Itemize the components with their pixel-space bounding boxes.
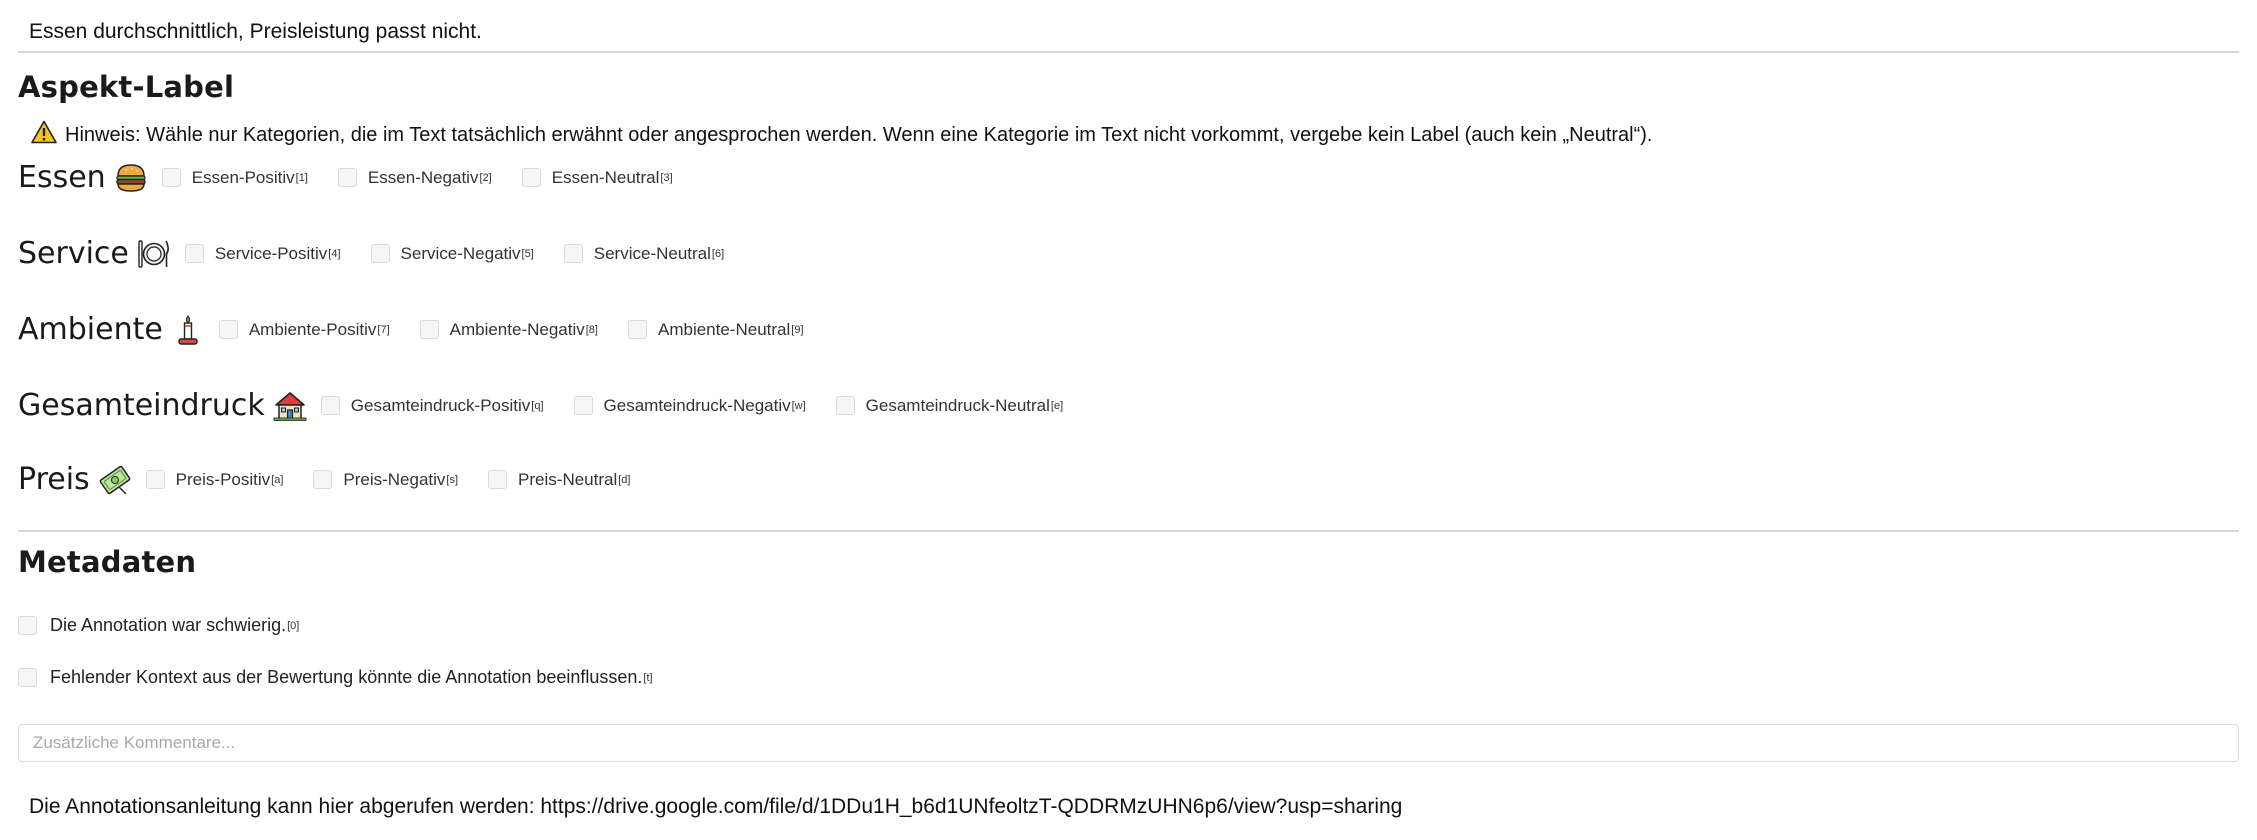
checkbox[interactable] (370, 244, 390, 263)
option-preis-neutral[interactable]: Preis-Neutral [d] (488, 470, 630, 490)
checkbox[interactable] (18, 668, 37, 687)
aspect-row-ambiente: Ambiente Ambiente-Positiv [7] Ambiente-Ne… (18, 312, 834, 347)
checkbox[interactable] (488, 470, 508, 489)
option-gesamteindruck-neutral[interactable]: Gesamteindruck-Neutral [e] (835, 396, 1063, 416)
checkbox[interactable] (184, 244, 204, 263)
section-title-metadata: Metadaten (18, 545, 197, 579)
option-preis-positiv[interactable]: Preis-Positiv [a] (145, 470, 283, 490)
section-title-aspects: Aspekt-Label (18, 70, 235, 104)
checkbox[interactable] (161, 168, 181, 187)
guideline-note: Die Annotationsanleitung kann hier abger… (29, 795, 1403, 818)
option-essen-negativ[interactable]: Essen-Negativ [2] (337, 168, 492, 188)
checkbox[interactable] (573, 396, 593, 415)
aspect-name: Preis (18, 462, 90, 497)
house-icon (273, 389, 307, 423)
option-preis-negativ[interactable]: Preis-Negativ [s] (313, 470, 458, 490)
aspect-name: Service (18, 236, 129, 271)
burger-icon (114, 161, 148, 195)
checkbox[interactable] (521, 168, 541, 187)
comment-input[interactable] (18, 724, 2239, 762)
hint: Hinweis: Wähle nur Kategorien, die im Te… (31, 120, 1652, 150)
option-ambiente-neutral[interactable]: Ambiente-Neutral [9] (627, 320, 804, 340)
checkbox[interactable] (337, 168, 357, 187)
aspect-name: Gesamteindruck (18, 388, 265, 423)
hint-text: Hinweis: Wähle nur Kategorien, die im Te… (65, 123, 1653, 146)
option-essen-positiv[interactable]: Essen-Positiv [1] (161, 168, 308, 188)
checkbox[interactable] (835, 396, 855, 415)
aspect-row-essen: Essen Essen-Positiv [1] Essen-Negativ [2] … (18, 160, 703, 195)
review-text: Essen durchschnittlich, Preisleistung pa… (29, 20, 482, 43)
option-essen-neutral[interactable]: Essen-Neutral [3] (521, 168, 673, 188)
candle-icon (171, 313, 205, 347)
checkbox[interactable] (313, 470, 333, 489)
checkbox[interactable] (320, 396, 340, 415)
checkbox[interactable] (627, 320, 647, 339)
option-ambiente-negativ[interactable]: Ambiente-Negativ [8] (419, 320, 598, 340)
option-ambiente-positiv[interactable]: Ambiente-Positiv [7] (218, 320, 390, 340)
money-icon (98, 463, 132, 497)
aspect-row-service: Service Service-Positiv [4] Service-Negat… (18, 236, 754, 271)
checkbox[interactable] (18, 616, 37, 635)
aspect-name: Essen (18, 160, 106, 195)
checkbox[interactable] (563, 244, 583, 263)
meta-option-difficult[interactable]: Die Annotation war schwierig. [0] (18, 615, 299, 636)
meta-option-missing-context[interactable]: Fehlender Kontext aus der Bewertung könn… (18, 667, 653, 688)
divider (18, 530, 2239, 532)
option-gesamteindruck-negativ[interactable]: Gesamteindruck-Negativ [w] (573, 396, 806, 416)
aspect-row-gesamteindruck: Gesamteindruck Gesamteindruck-Positiv [q]… (18, 388, 1093, 423)
option-service-positiv[interactable]: Service-Positiv [4] (184, 244, 341, 264)
aspect-row-preis: Preis Preis-Positiv [a] Preis-Negativ [s] … (18, 462, 660, 497)
divider (18, 51, 2239, 53)
plate-cutlery-icon (137, 237, 171, 271)
checkbox[interactable] (419, 320, 439, 339)
option-service-negativ[interactable]: Service-Negativ [5] (370, 244, 534, 264)
checkbox[interactable] (145, 470, 165, 489)
aspect-name: Ambiente (18, 312, 163, 347)
checkbox[interactable] (218, 320, 238, 339)
warning-icon (31, 120, 57, 150)
option-gesamteindruck-positiv[interactable]: Gesamteindruck-Positiv [q] (320, 396, 544, 416)
option-service-neutral[interactable]: Service-Neutral [6] (563, 244, 724, 264)
